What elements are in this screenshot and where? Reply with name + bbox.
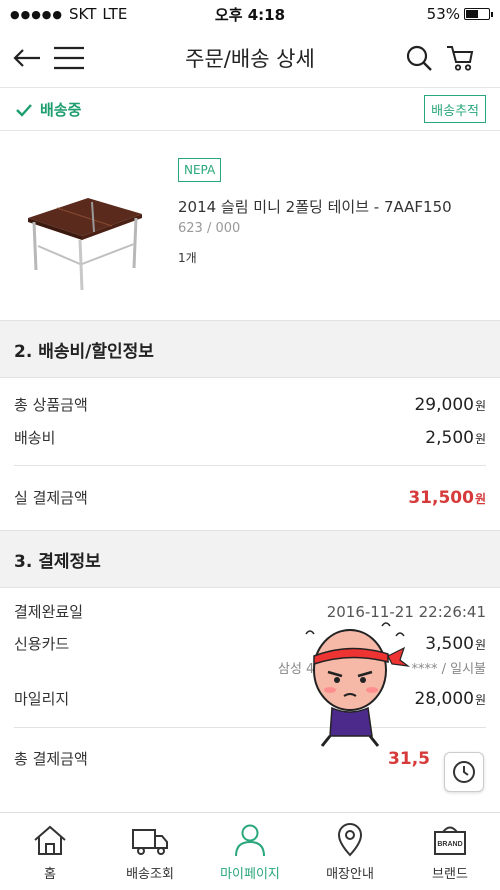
product-item[interactable]: NEPA 2014 슬림 미니 2폴딩 테이브 - 7AAF150 623 / … <box>0 132 500 320</box>
total-payment-value: 31,5 <box>388 749 430 769</box>
track-shipping-button[interactable]: 배송추적 <box>424 95 486 123</box>
credit-card-row: 신용카드 3,500원 <box>14 634 486 654</box>
product-quantity: 1개 <box>178 251 197 265</box>
payment-date-label: 결제완료일 <box>14 603 84 621</box>
mileage-value: 28,000 <box>414 689 474 709</box>
home-icon <box>34 825 66 855</box>
svg-text:BRAND: BRAND <box>437 841 462 848</box>
location-pin-icon <box>337 823 363 857</box>
product-option-code: 623 / 000 <box>178 221 241 236</box>
total-product-amount-row: 총 상품금액 29,000원 <box>14 395 486 415</box>
shipping-fee-value: 2,500 <box>425 428 474 448</box>
truck-icon <box>132 829 168 855</box>
total-product-amount-label: 총 상품금액 <box>14 396 88 414</box>
total-payment-label: 총 결제금액 <box>14 750 88 768</box>
credit-card-value: 3,500 <box>425 634 474 654</box>
divider <box>14 727 486 728</box>
brand-basket-icon: BRAND <box>434 826 466 855</box>
actual-payment-value: 31,500 <box>408 488 474 508</box>
tab-home[interactable]: 홈 <box>0 813 100 890</box>
card-installment-label: **** / 일시불 <box>411 662 486 677</box>
character-sticker-image <box>292 612 414 748</box>
tab-mypage-label: 마이페이지 <box>220 867 280 882</box>
cart-icon[interactable] <box>444 42 476 74</box>
section-payment-info-title: 3. 결제정보 <box>0 530 500 588</box>
bottom-tab-bar: 홈 배송조회 마이페이지 매장안내 BRAND 브랜드 <box>0 812 500 890</box>
mileage-row: 마일리지 28,000원 <box>14 689 486 709</box>
shipping-status-label: 배송중 <box>40 101 82 119</box>
actual-payment-label: 실 결제금액 <box>14 489 88 507</box>
total-product-amount-value: 29,000 <box>414 395 474 415</box>
section-shipping-discount-title: 2. 배송비/할인정보 <box>0 320 500 378</box>
tab-brand-label: 브랜드 <box>432 867 468 882</box>
person-icon <box>235 824 265 857</box>
recent-history-button[interactable] <box>444 752 484 792</box>
total-payment-row: 총 결제금액 31,5 <box>14 748 430 769</box>
divider <box>14 465 486 466</box>
shipping-fee-label: 배송비 <box>14 429 56 447</box>
mileage-label: 마일리지 <box>14 690 70 708</box>
tab-home-label: 홈 <box>44 867 56 882</box>
battery-icon <box>464 8 493 20</box>
clock-time: 오후 4:18 <box>214 5 286 24</box>
status-bar: ●●●●● SKT LTE 오후 4:18 53% <box>0 0 500 28</box>
checkmark-icon <box>16 103 32 117</box>
tab-delivery-tracking-label: 배송조회 <box>126 867 174 882</box>
product-image <box>24 172 146 294</box>
actual-payment-row: 실 결제금액 31,500원 <box>14 488 486 508</box>
tab-brand[interactable]: BRAND 브랜드 <box>400 813 500 890</box>
tab-store-guide[interactable]: 매장안내 <box>300 813 400 890</box>
clock-icon <box>453 761 475 783</box>
product-name: 2014 슬림 미니 2폴딩 테이브 - 7AAF150 <box>178 198 452 216</box>
shipping-status-row: 배송중 배송추적 <box>0 89 500 131</box>
tab-store-guide-label: 매장안내 <box>326 867 374 882</box>
tab-delivery-tracking[interactable]: 배송조회 <box>100 813 200 890</box>
brand-tag: NEPA <box>178 158 222 182</box>
shipping-fee-row: 배송비 2,500원 <box>14 428 486 448</box>
tab-mypage[interactable]: 마이페이지 <box>200 813 300 890</box>
payment-date-row: 결제완료일 2016-11-21 22:26:41 <box>14 601 486 622</box>
top-nav-bar: 주문/배송 상세 <box>0 28 500 88</box>
search-icon[interactable] <box>404 42 434 74</box>
credit-card-label: 신용카드 <box>14 635 70 653</box>
